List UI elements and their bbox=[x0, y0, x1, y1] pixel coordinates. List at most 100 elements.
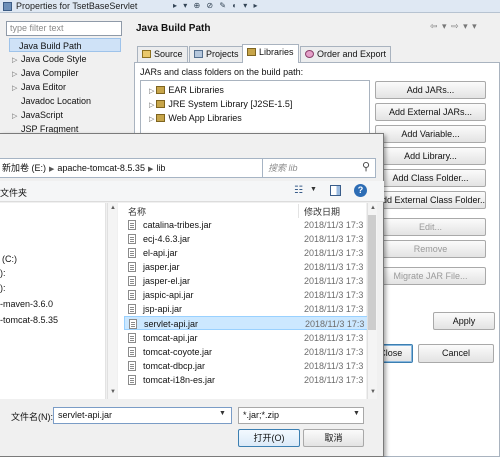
navigation-pane[interactable]: (C:) ): ): -maven-3.6.0 -tomcat-8.5.35 bbox=[0, 203, 106, 399]
eclipse-window-icon bbox=[3, 2, 12, 11]
breadcrumb-tomcat[interactable]: apache-tomcat-8.5.35 bbox=[57, 163, 145, 173]
jar-file-icon bbox=[128, 248, 136, 258]
tree-expand-icon[interactable]: ▷ bbox=[149, 116, 154, 123]
migrate-jar-button[interactable]: Migrate JAR File... bbox=[375, 267, 486, 285]
search-input[interactable]: 搜索 lib bbox=[262, 158, 376, 178]
file-row[interactable]: jsp-api.jar 2018/11/3 17:3 bbox=[124, 302, 368, 316]
search-icon[interactable]: ⚲ bbox=[362, 160, 374, 174]
sidebar-item-java-build-path[interactable]: Java Build Path bbox=[9, 38, 121, 52]
file-dialog-toolbar bbox=[0, 181, 384, 202]
chevron-down-icon[interactable]: ▼ bbox=[353, 410, 360, 417]
nav-item-tomcat[interactable]: -tomcat-8.5.35 bbox=[0, 315, 58, 325]
library-jre[interactable]: ▷ JRE System Library [J2SE-1.5] bbox=[149, 97, 292, 111]
file-row[interactable]: el-api.jar 2018/11/3 17:3 bbox=[124, 246, 368, 260]
edit-button[interactable]: Edit... bbox=[375, 218, 486, 236]
sidebar-item-javascript[interactable]: ▷ JavaScript bbox=[12, 108, 63, 122]
nav-item-drive-c[interactable]: (C:) bbox=[2, 254, 17, 264]
preview-pane-icon[interactable] bbox=[330, 185, 341, 196]
nav-item-drive[interactable]: ): bbox=[0, 268, 6, 278]
cancel-button[interactable]: Cancel bbox=[418, 344, 494, 363]
sidebar-item-java-code-style[interactable]: ▷ Java Code Style bbox=[12, 52, 87, 66]
breadcrumb-drive[interactable]: 新加卷 (E:) bbox=[2, 163, 46, 173]
properties-titlebar: Properties for TsetBaseServlet ▸ ▾ ⊕ ⊘ ✎… bbox=[0, 0, 500, 13]
file-row[interactable]: tomcat-dbcp.jar 2018/11/3 17:3 bbox=[124, 359, 368, 373]
tree-expand-icon[interactable]: ▷ bbox=[149, 102, 154, 109]
library-icon bbox=[156, 100, 166, 108]
titlebar-toolbar-icons: ▸ ▾ ⊕ ⊘ ✎ ◐ ▾ ▸ bbox=[173, 1, 260, 10]
build-path-label: JARs and class folders on the build path… bbox=[140, 67, 304, 77]
help-icon[interactable]: ? bbox=[354, 184, 367, 197]
column-divider[interactable] bbox=[298, 204, 299, 218]
file-row[interactable]: tomcat-api.jar 2018/11/3 17:3 bbox=[124, 331, 368, 345]
open-button[interactable]: 打开(O) bbox=[238, 429, 300, 447]
jar-file-icon bbox=[128, 347, 136, 357]
scroll-up-icon[interactable]: ▲ bbox=[110, 205, 116, 211]
page-title: Java Build Path bbox=[136, 23, 211, 34]
file-row[interactable]: catalina-tribes.jar 2018/11/3 17:3 bbox=[124, 218, 368, 232]
chevron-right-icon[interactable]: ▶ bbox=[49, 166, 54, 173]
file-row[interactable]: jasper-el.jar 2018/11/3 17:3 bbox=[124, 274, 368, 288]
chevron-down-icon[interactable]: ▼ bbox=[310, 186, 317, 193]
tab-libraries[interactable]: Libraries bbox=[242, 44, 299, 63]
jar-file-icon bbox=[128, 333, 136, 343]
column-header-date[interactable]: 修改日期 bbox=[304, 205, 340, 218]
tab-order-and-export[interactable]: Order and Export bbox=[300, 46, 392, 62]
projects-icon bbox=[194, 50, 203, 58]
library-icon bbox=[156, 86, 166, 94]
scrollbar-thumb[interactable] bbox=[368, 215, 376, 330]
add-external-jars-button[interactable]: Add External JARs... bbox=[375, 103, 486, 121]
add-library-button[interactable]: Add Library... bbox=[375, 147, 486, 165]
jar-file-icon bbox=[128, 361, 136, 371]
chevron-right-icon[interactable]: ▶ bbox=[148, 166, 153, 173]
new-folder-button[interactable]: 文件夹 bbox=[0, 186, 27, 199]
tab-projects[interactable]: Projects bbox=[189, 46, 244, 62]
scroll-up-icon[interactable]: ▲ bbox=[370, 205, 376, 211]
scroll-down-icon[interactable]: ▼ bbox=[370, 389, 376, 395]
order-export-icon bbox=[305, 50, 314, 58]
file-row[interactable]: jaspic-api.jar 2018/11/3 17:3 bbox=[124, 288, 368, 302]
history-nav-icons[interactable]: ⇦ ▾ ⇨ ▾ ▾ bbox=[430, 21, 478, 32]
file-row[interactable]: tomcat-coyote.jar 2018/11/3 17:3 bbox=[124, 345, 368, 359]
scroll-down-icon[interactable]: ▼ bbox=[110, 389, 116, 395]
file-row-selected[interactable]: servlet-api.jar 2018/11/3 17:3 bbox=[124, 316, 368, 330]
filename-label: 文件名(N): bbox=[11, 412, 53, 422]
jar-file-icon bbox=[128, 304, 136, 314]
chevron-down-icon[interactable]: ▼ bbox=[219, 410, 226, 417]
jar-file-icon bbox=[128, 276, 136, 286]
tab-source[interactable]: Source bbox=[137, 46, 188, 62]
remove-button[interactable]: Remove bbox=[375, 240, 486, 258]
jar-file-icon bbox=[128, 262, 136, 272]
sidebar-item-java-editor[interactable]: ▷ Java Editor bbox=[12, 80, 66, 94]
view-icon[interactable]: ☷ bbox=[294, 185, 303, 196]
filter-input[interactable]: type filter text bbox=[6, 21, 122, 36]
jar-file-icon bbox=[128, 290, 136, 300]
nav-pane-scrollbar[interactable]: ▲ ▼ bbox=[107, 203, 117, 399]
window-title: Properties for TsetBaseServlet bbox=[16, 1, 138, 11]
nav-item-drive[interactable]: ): bbox=[0, 283, 6, 293]
sidebar-item-javadoc-location[interactable]: Javadoc Location bbox=[12, 94, 91, 108]
add-jars-button[interactable]: Add JARs... bbox=[375, 81, 486, 99]
filename-input[interactable]: servlet-api.jar bbox=[53, 407, 232, 424]
add-class-folder-button[interactable]: Add Class Folder... bbox=[375, 169, 486, 187]
jar-file-icon bbox=[128, 375, 136, 385]
jar-file-icon bbox=[128, 220, 136, 230]
sidebar-item-java-compiler[interactable]: ▷ Java Compiler bbox=[12, 66, 79, 80]
file-dialog-cancel-button[interactable]: 取消 bbox=[303, 429, 364, 447]
jar-file-icon bbox=[129, 319, 137, 329]
source-folder-icon bbox=[142, 50, 151, 58]
library-icon bbox=[156, 114, 166, 122]
file-type-select[interactable]: *.jar;*.zip bbox=[238, 407, 364, 424]
file-row[interactable]: ecj-4.6.3.jar 2018/11/3 17:3 bbox=[124, 232, 368, 246]
jar-file-icon bbox=[128, 234, 136, 244]
library-web-app[interactable]: ▷ Web App Libraries bbox=[149, 111, 242, 125]
file-row[interactable]: jasper.jar 2018/11/3 17:3 bbox=[124, 260, 368, 274]
tree-expand-icon[interactable]: ▷ bbox=[149, 88, 154, 95]
breadcrumb-lib[interactable]: lib bbox=[156, 163, 165, 173]
column-header-name[interactable]: 名称 bbox=[128, 205, 146, 218]
nav-item-maven[interactable]: -maven-3.6.0 bbox=[0, 299, 53, 309]
library-ear[interactable]: ▷ EAR Libraries bbox=[149, 83, 224, 97]
add-external-class-folder-button[interactable]: Add External Class Folder... bbox=[375, 191, 486, 209]
add-variable-button[interactable]: Add Variable... bbox=[375, 125, 486, 143]
file-row[interactable]: tomcat-i18n-es.jar 2018/11/3 17:3 bbox=[124, 373, 368, 387]
apply-button[interactable]: Apply bbox=[433, 312, 495, 330]
